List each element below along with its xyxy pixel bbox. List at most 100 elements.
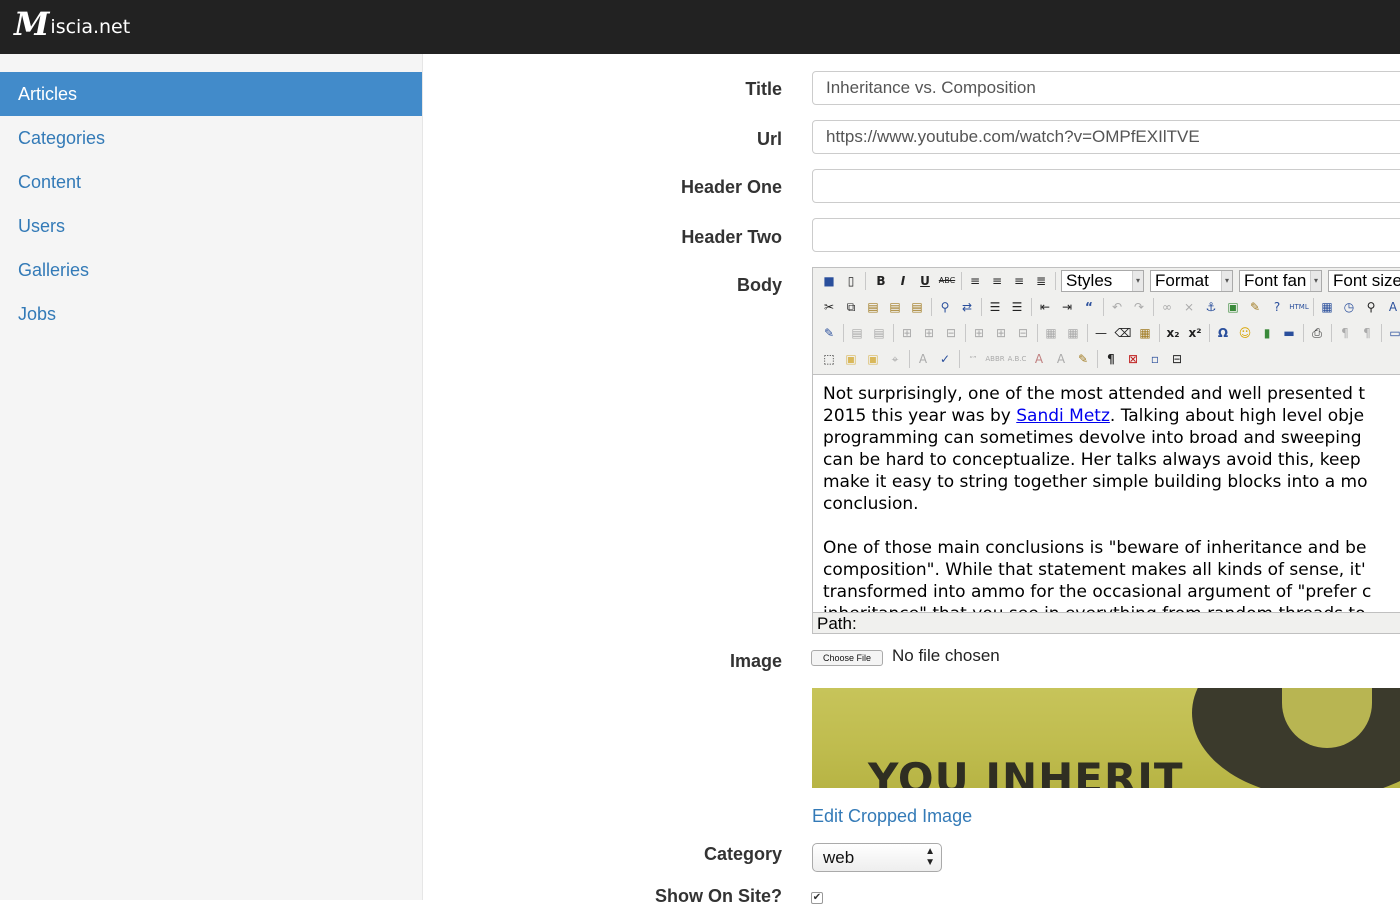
- align-right-icon[interactable]: ≡: [1009, 271, 1029, 291]
- show-on-site-checkbox[interactable]: ✔: [811, 892, 823, 904]
- delete-text-icon[interactable]: A: [1029, 349, 1049, 369]
- image-icon[interactable]: ▣: [1223, 297, 1243, 317]
- nonbreaking-icon[interactable]: ⊠: [1123, 349, 1143, 369]
- text-color-icon[interactable]: A: [1383, 297, 1400, 317]
- find-icon[interactable]: ⚲: [935, 297, 955, 317]
- editor-content[interactable]: Not surprisingly, one of the most attend…: [813, 374, 1400, 612]
- move-forward-icon[interactable]: ▣: [841, 349, 861, 369]
- styles-select[interactable]: Styles ▾: [1061, 270, 1144, 292]
- link-icon[interactable]: ∞: [1157, 297, 1177, 317]
- sidebar-item-articles[interactable]: Articles: [0, 72, 422, 116]
- anchor-icon[interactable]: ⚓: [1201, 297, 1221, 317]
- paste-word-icon[interactable]: ▤: [907, 297, 927, 317]
- bullet-list-icon[interactable]: ☰: [985, 297, 1005, 317]
- align-left-icon[interactable]: ≡: [965, 271, 985, 291]
- help-icon[interactable]: ?: [1267, 297, 1287, 317]
- redo-icon[interactable]: ↷: [1129, 297, 1149, 317]
- attributes-icon[interactable]: ✎: [1073, 349, 1093, 369]
- cite-icon[interactable]: “”: [963, 349, 983, 369]
- print-icon[interactable]: ⎙: [1307, 323, 1327, 343]
- insert-col-before-icon[interactable]: ⊞: [969, 323, 989, 343]
- ltr-icon[interactable]: ¶: [1335, 323, 1355, 343]
- blockquote-icon[interactable]: “: [1079, 297, 1099, 317]
- italic-icon[interactable]: I: [893, 271, 913, 291]
- abbr-icon[interactable]: ABBR: [985, 349, 1005, 369]
- strikethrough-icon[interactable]: ABC: [937, 271, 957, 291]
- insert-row-before-icon[interactable]: ⊞: [897, 323, 917, 343]
- format-select[interactable]: Format ▾: [1150, 270, 1233, 292]
- delete-col-icon[interactable]: ⊟: [1013, 323, 1033, 343]
- top-navbar: M iscia.net: [0, 0, 1400, 54]
- copy-icon[interactable]: ⧉: [841, 297, 861, 317]
- delete-row-icon[interactable]: ⊟: [941, 323, 961, 343]
- style-props-icon[interactable]: A: [913, 349, 933, 369]
- sidebar-item-content[interactable]: Content: [0, 160, 422, 204]
- bold-icon[interactable]: B: [871, 271, 891, 291]
- table-icon[interactable]: ▦: [1135, 323, 1155, 343]
- insert-layer-icon[interactable]: ⬚: [819, 349, 839, 369]
- advanced-hr-icon[interactable]: ▬: [1279, 323, 1299, 343]
- emoticon-icon[interactable]: ☺: [1235, 323, 1255, 343]
- new-document-icon[interactable]: ▯: [841, 271, 861, 291]
- fullscreen-icon[interactable]: ▭: [1385, 323, 1400, 343]
- header-one-input[interactable]: [812, 169, 1400, 203]
- edit-cropped-image-link[interactable]: Edit Cropped Image: [812, 806, 972, 827]
- rtl-icon[interactable]: ¶: [1357, 323, 1377, 343]
- split-cells-icon[interactable]: ▦: [1041, 323, 1061, 343]
- page-break-icon[interactable]: ⊟: [1167, 349, 1187, 369]
- insert-date-icon[interactable]: ▦: [1317, 297, 1337, 317]
- toolbar-separator: [981, 298, 982, 316]
- toolbar-separator: [1303, 324, 1304, 342]
- font-family-select[interactable]: Font fan ▾: [1239, 270, 1322, 292]
- title-input[interactable]: Inheritance vs. Composition: [812, 71, 1400, 105]
- acronym-icon[interactable]: A.B.C: [1007, 349, 1027, 369]
- numbered-list-icon[interactable]: ☰: [1007, 297, 1027, 317]
- horizontal-rule-icon[interactable]: —: [1091, 323, 1111, 343]
- align-center-icon[interactable]: ≡: [987, 271, 1007, 291]
- remove-format-icon[interactable]: ⌫: [1113, 323, 1133, 343]
- table-row-props-icon[interactable]: ▤: [847, 323, 867, 343]
- visual-chars-icon[interactable]: ¶: [1101, 349, 1121, 369]
- subscript-icon[interactable]: x₂: [1163, 323, 1183, 343]
- outdent-icon[interactable]: ⇤: [1035, 297, 1055, 317]
- header-two-input[interactable]: [812, 218, 1400, 252]
- insert-col-after-icon[interactable]: ⊞: [991, 323, 1011, 343]
- move-backward-icon[interactable]: ▣: [863, 349, 883, 369]
- absolute-icon[interactable]: ⌖: [885, 349, 905, 369]
- unlink-icon[interactable]: ⨯: [1179, 297, 1199, 317]
- superscript-icon[interactable]: x²: [1185, 323, 1205, 343]
- site-brand[interactable]: M iscia.net: [14, 8, 130, 40]
- font-size-select[interactable]: Font size: [1328, 270, 1400, 292]
- cleanup-icon[interactable]: ✎: [1245, 297, 1265, 317]
- paste-text-icon[interactable]: ▤: [885, 297, 905, 317]
- media-icon[interactable]: ▮: [1257, 323, 1277, 343]
- table-cell-props-icon[interactable]: ▤: [869, 323, 889, 343]
- special-char-icon[interactable]: Ω: [1213, 323, 1233, 343]
- save-icon[interactable]: ■: [819, 271, 839, 291]
- underline-icon[interactable]: U: [915, 271, 935, 291]
- url-input[interactable]: https://www.youtube.com/watch?v=OMPfEXIl…: [812, 120, 1400, 154]
- template-icon[interactable]: ▫: [1145, 349, 1165, 369]
- undo-icon[interactable]: ↶: [1107, 297, 1127, 317]
- sidebar-item-categories[interactable]: Categories: [0, 116, 422, 160]
- sidebar-item-jobs[interactable]: Jobs: [0, 292, 422, 336]
- choose-file-button[interactable]: Choose File: [811, 650, 883, 666]
- edit-icon[interactable]: ✎: [819, 323, 839, 343]
- category-select[interactable]: web ▲ ▼: [812, 843, 942, 872]
- html-icon[interactable]: HTML: [1289, 297, 1309, 317]
- paste-icon[interactable]: ▤: [863, 297, 883, 317]
- align-justify-icon[interactable]: ≣: [1031, 271, 1051, 291]
- sidebar-item-users[interactable]: Users: [0, 204, 422, 248]
- spellcheck-icon[interactable]: ✓: [935, 349, 955, 369]
- insert-time-icon[interactable]: ◷: [1339, 297, 1359, 317]
- indent-icon[interactable]: ⇥: [1057, 297, 1077, 317]
- replace-icon[interactable]: ⇄: [957, 297, 977, 317]
- insert-text-icon[interactable]: A: [1051, 349, 1071, 369]
- sandi-metz-link[interactable]: Sandi Metz: [1016, 406, 1110, 426]
- cut-icon[interactable]: ✂: [819, 297, 839, 317]
- insert-row-after-icon[interactable]: ⊞: [919, 323, 939, 343]
- sidebar-item-galleries[interactable]: Galleries: [0, 248, 422, 292]
- styles-select-label: Styles: [1066, 271, 1113, 290]
- preview-icon[interactable]: ⚲: [1361, 297, 1381, 317]
- merge-cells-icon[interactable]: ▦: [1063, 323, 1083, 343]
